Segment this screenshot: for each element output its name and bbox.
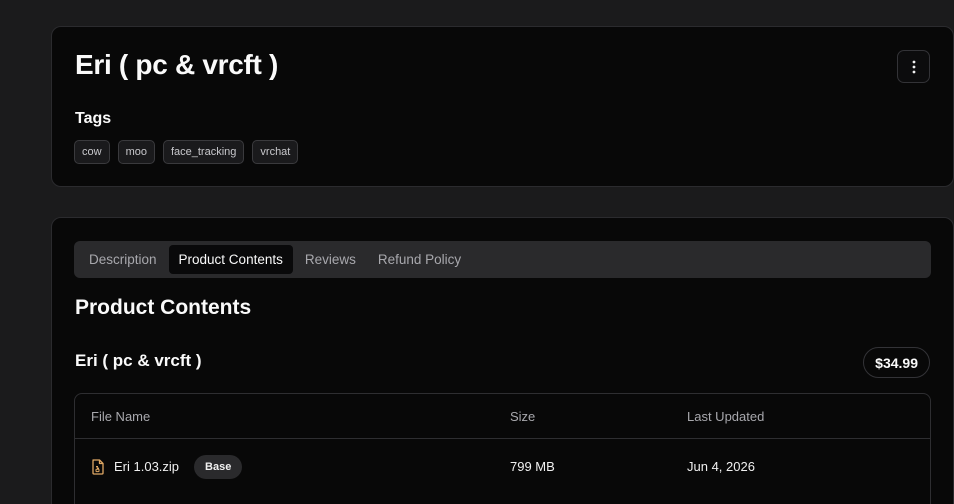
tab-bar: Description Product Contents Reviews Ref… xyxy=(74,241,931,278)
tag-list: cow moo face_tracking vrchat xyxy=(74,140,299,164)
file-type-badge: Base xyxy=(194,454,243,479)
files-table: File Name Size Last Updated Eri 1.03.zip… xyxy=(74,393,931,504)
product-details-card: Description Product Contents Reviews Ref… xyxy=(51,217,954,504)
product-header-card: Eri ( pc & vrcft ) Tags cow moo face_tra… xyxy=(51,26,954,187)
tab-description[interactable]: Description xyxy=(79,245,167,274)
table-header-row: File Name Size Last Updated xyxy=(75,394,930,439)
column-header-size: Size xyxy=(510,408,536,424)
section-title: Product Contents xyxy=(75,296,252,319)
column-header-file-name: File Name xyxy=(91,408,151,424)
more-vertical-icon xyxy=(912,60,915,73)
file-size: 799 MB xyxy=(510,459,555,474)
tag[interactable]: vrchat xyxy=(252,140,299,164)
file-name[interactable]: Eri 1.03.zip xyxy=(114,459,179,474)
more-options-button[interactable] xyxy=(897,50,930,83)
tab-reviews[interactable]: Reviews xyxy=(295,245,366,274)
tab-refund-policy[interactable]: Refund Policy xyxy=(368,245,471,274)
file-last-updated: Jun 4, 2026 xyxy=(687,459,755,474)
product-title: Eri ( pc & vrcft ) xyxy=(75,49,279,80)
tag[interactable]: moo xyxy=(117,140,155,164)
file-name-cell: Eri 1.03.zip Base xyxy=(91,439,243,494)
tags-heading: Tags xyxy=(75,110,112,127)
zip-file-icon xyxy=(92,458,104,475)
page: Eri ( pc & vrcft ) Tags cow moo face_tra… xyxy=(0,0,954,504)
price-badge: $34.99 xyxy=(863,347,930,378)
tag[interactable]: cow xyxy=(74,140,110,164)
column-header-last-updated: Last Updated xyxy=(687,408,765,424)
product-item-name: Eri ( pc & vrcft ) xyxy=(75,351,202,370)
tag[interactable]: face_tracking xyxy=(162,140,245,164)
tab-product-contents[interactable]: Product Contents xyxy=(168,245,293,274)
table-row[interactable]: Eri 1.03.zip Base 799 MB Jun 4, 2026 xyxy=(75,439,930,494)
